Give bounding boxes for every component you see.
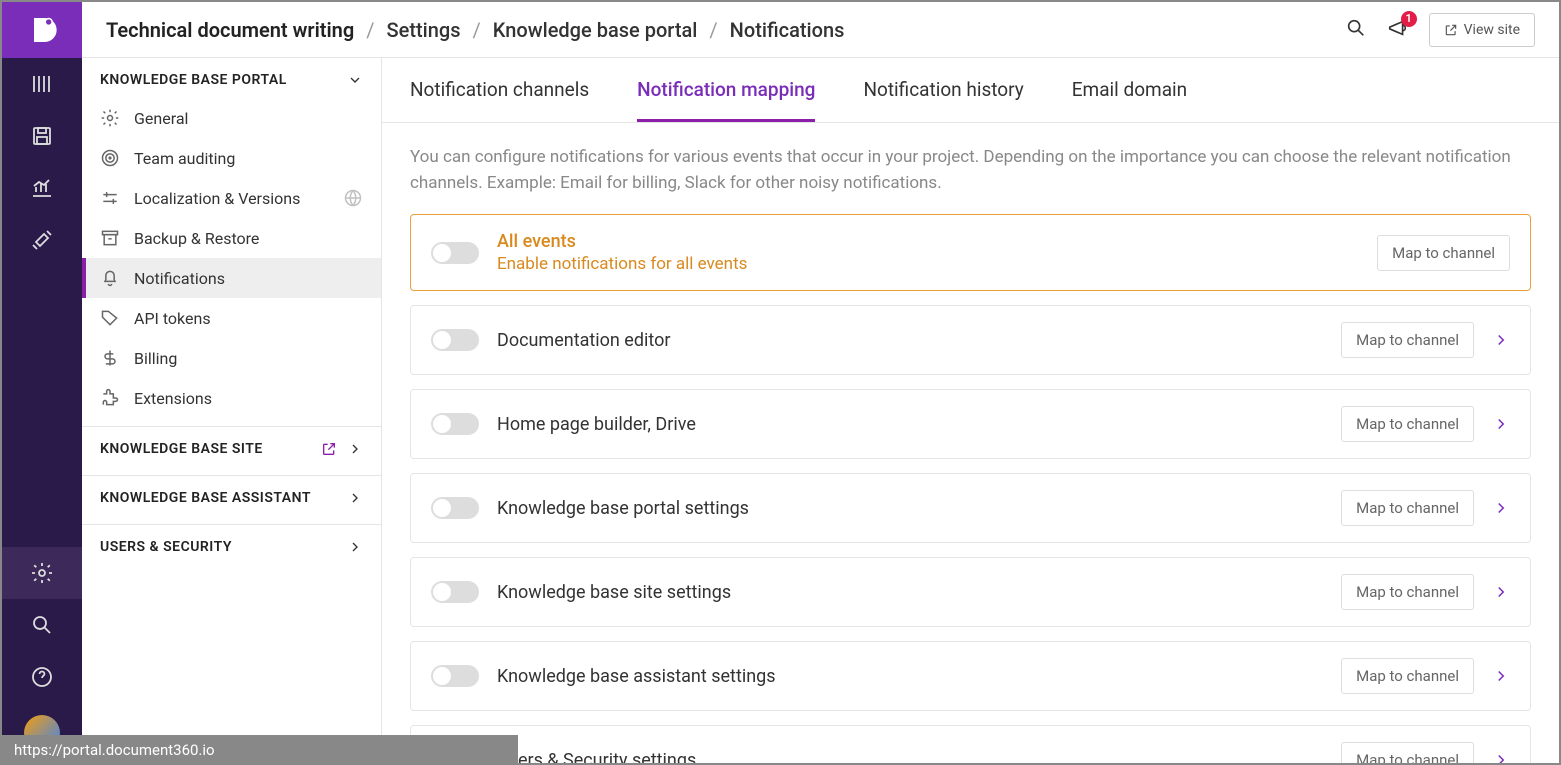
toggle[interactable] (431, 665, 479, 687)
tab-notification-mapping[interactable]: Notification mapping (637, 78, 815, 122)
main-panel: Notification channels Notification mappi… (382, 58, 1559, 763)
toggle[interactable] (431, 329, 479, 351)
toggle[interactable] (431, 581, 479, 603)
sliders-icon (100, 188, 120, 208)
breadcrumb-item[interactable]: Notifications (730, 18, 845, 42)
sidebar-item-billing[interactable]: Billing (82, 338, 381, 378)
rail-analytics-icon[interactable] (2, 162, 82, 214)
rail-search-icon[interactable] (2, 599, 82, 651)
app-logo[interactable] (2, 2, 82, 58)
archive-icon (100, 228, 120, 248)
breadcrumb-item[interactable]: Settings (387, 18, 461, 42)
sidebar-item-api-tokens[interactable]: API tokens (82, 298, 381, 338)
card-documentation-editor: Documentation editor Map to channel (410, 305, 1531, 375)
chevron-right-icon (347, 441, 363, 457)
top-bar: Technical document writing / Settings / … (82, 2, 1559, 58)
tab-notification-channels[interactable]: Notification channels (410, 78, 589, 122)
chevron-down-icon (347, 72, 363, 88)
chevron-right-icon[interactable] (1492, 331, 1510, 349)
toggle[interactable] (431, 497, 479, 519)
sidebar-item-localization[interactable]: Localization & Versions (82, 178, 381, 218)
chevron-right-icon[interactable] (1492, 667, 1510, 685)
toggle-all-events[interactable] (431, 242, 479, 264)
rail-help-icon[interactable] (2, 651, 82, 703)
card-title: Knowledge base portal settings (497, 498, 1323, 519)
card-title: Users & Security settings (497, 750, 1323, 764)
chevron-right-icon (347, 490, 363, 506)
left-rail (2, 2, 82, 763)
map-to-channel-button[interactable]: Map to channel (1341, 322, 1474, 358)
gear-icon (100, 108, 120, 128)
sidebar-section-kb-site[interactable]: KNOWLEDGE BASE SITE (82, 427, 381, 467)
card-kb-site-settings: Knowledge base site settings Map to chan… (410, 557, 1531, 627)
sidebar-section-kb-assistant[interactable]: KNOWLEDGE BASE ASSISTANT (82, 476, 381, 516)
map-to-channel-button[interactable]: Map to channel (1341, 490, 1474, 526)
card-users-security-settings: Users & Security settings Map to channel (410, 725, 1531, 763)
map-to-channel-button[interactable]: Map to channel (1341, 574, 1474, 610)
sidebar-section-users-security[interactable]: USERS & SECURITY (82, 525, 381, 565)
rail-docs-icon[interactable] (2, 58, 82, 110)
search-icon[interactable] (1345, 17, 1367, 43)
chevron-right-icon[interactable] (1492, 499, 1510, 517)
tab-email-domain[interactable]: Email domain (1072, 78, 1187, 122)
target-icon (100, 148, 120, 168)
intro-text: You can configure notifications for vari… (382, 123, 1559, 214)
tab-notification-history[interactable]: Notification history (863, 78, 1023, 122)
card-kb-assistant-settings: Knowledge base assistant settings Map to… (410, 641, 1531, 711)
sidebar-item-team-auditing[interactable]: Team auditing (82, 138, 381, 178)
tag-icon (100, 308, 120, 328)
status-bar: https://portal.document360.io (0, 735, 518, 765)
notification-badge: 1 (1401, 11, 1417, 27)
chevron-right-icon[interactable] (1492, 751, 1510, 763)
card-all-events: All events Enable notifications for all … (410, 214, 1531, 291)
map-to-channel-button[interactable]: Map to channel (1341, 406, 1474, 442)
breadcrumb: Technical document writing / Settings / … (106, 18, 844, 42)
tabs: Notification channels Notification mappi… (382, 58, 1559, 123)
chevron-right-icon[interactable] (1492, 583, 1510, 601)
card-title: Home page builder, Drive (497, 414, 1323, 435)
sidebar-item-extensions[interactable]: Extensions (82, 378, 381, 418)
map-to-channel-button[interactable]: Map to channel (1377, 235, 1510, 271)
card-title: Knowledge base assistant settings (497, 666, 1323, 687)
toggle[interactable] (431, 413, 479, 435)
map-to-channel-button[interactable]: Map to channel (1341, 658, 1474, 694)
dollar-icon (100, 348, 120, 368)
settings-sidebar: KNOWLEDGE BASE PORTAL General Team audit… (82, 58, 382, 763)
announcement-icon[interactable]: 1 (1387, 17, 1409, 43)
puzzle-icon (100, 388, 120, 408)
sidebar-item-backup-restore[interactable]: Backup & Restore (82, 218, 381, 258)
globe-icon (343, 188, 363, 208)
external-link-icon[interactable] (321, 441, 337, 457)
chevron-right-icon[interactable] (1492, 415, 1510, 433)
breadcrumb-item[interactable]: Knowledge base portal (493, 18, 698, 42)
card-title: Knowledge base site settings (497, 582, 1323, 603)
rail-save-icon[interactable] (2, 110, 82, 162)
sidebar-item-notifications[interactable]: Notifications (82, 258, 381, 298)
card-kb-portal-settings: Knowledge base portal settings Map to ch… (410, 473, 1531, 543)
chevron-right-icon (347, 539, 363, 555)
view-site-button[interactable]: View site (1429, 13, 1535, 47)
card-title: Documentation editor (497, 330, 1323, 351)
card-title: All events (497, 231, 1359, 252)
rail-settings-icon[interactable] (2, 547, 82, 599)
card-home-page-builder: Home page builder, Drive Map to channel (410, 389, 1531, 459)
sidebar-item-general[interactable]: General (82, 98, 381, 138)
card-subtitle: Enable notifications for all events (497, 254, 1359, 274)
rail-tools-icon[interactable] (2, 214, 82, 266)
breadcrumb-item[interactable]: Technical document writing (106, 18, 354, 42)
sidebar-section-kb-portal[interactable]: KNOWLEDGE BASE PORTAL (82, 58, 381, 98)
map-to-channel-button[interactable]: Map to channel (1341, 742, 1474, 763)
bell-icon (100, 268, 120, 288)
